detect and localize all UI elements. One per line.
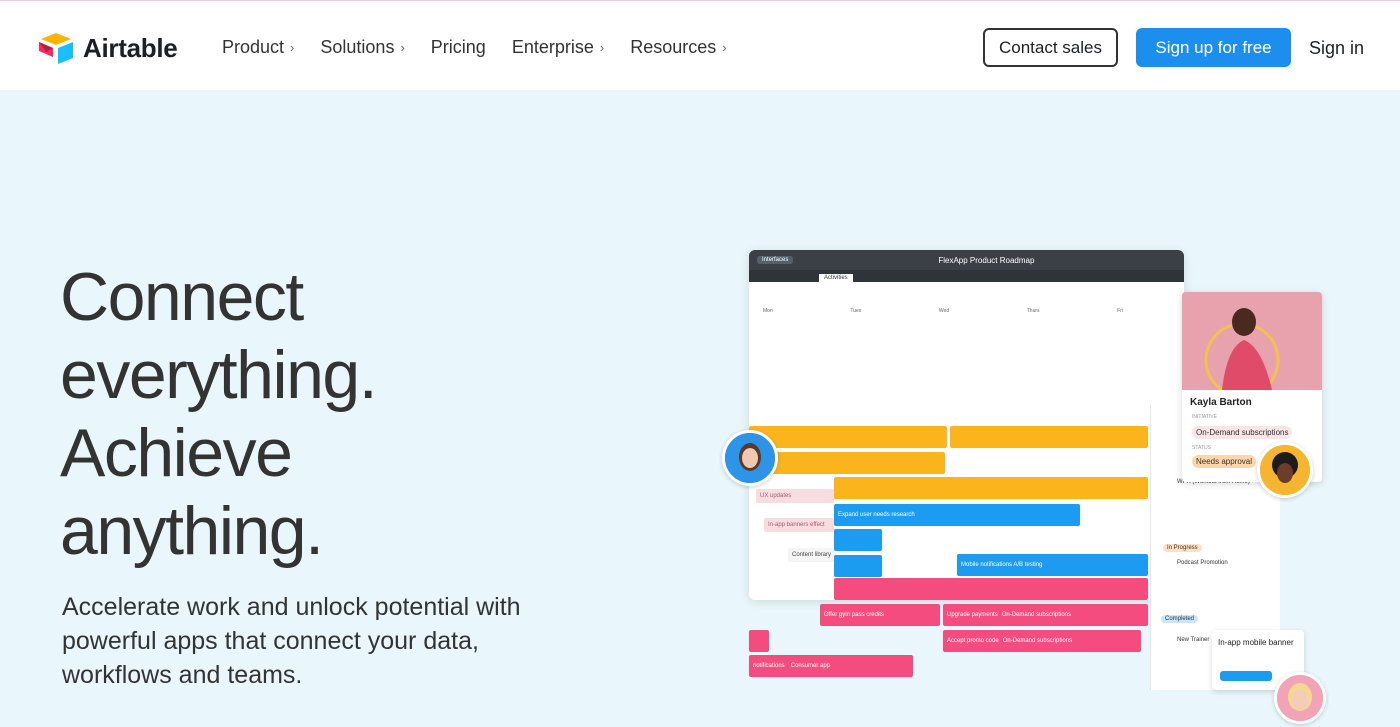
gantt-bar: UX updates (756, 489, 834, 503)
gantt-bar-label: Consumer app (790, 663, 831, 669)
person-avatar-icon (725, 433, 775, 483)
profile-photo (1182, 292, 1322, 398)
day-label: Wed (938, 308, 950, 314)
subhead-line: powerful apps that connect your data, (62, 627, 479, 655)
gantt-bar: Offer gym pass credits (820, 604, 940, 626)
status-chip: Needs approval (1192, 455, 1257, 468)
person-illustration-icon (1182, 292, 1322, 398)
headline-line: everything. (60, 337, 378, 413)
gantt-bar (749, 452, 945, 474)
hero-headline: Connect everything. Achieve anything. (60, 258, 378, 570)
gantt-bar-label: Accept promo code (947, 638, 999, 644)
profile-name: Kayla Barton (1190, 397, 1252, 408)
nav-solutions-label: Solutions (320, 37, 395, 57)
mock-list-item: Podcast Promotion (1177, 560, 1228, 566)
nav-links: Product › Solutions › Pricing Enterprise… (222, 37, 753, 58)
gantt-bar-label: Mobile notifications A/B testing (961, 562, 1043, 568)
gantt-bar (749, 426, 947, 448)
top-navigation: Airtable Product › Solutions › Pricing E… (0, 0, 1400, 90)
status-label: STATUS (1192, 445, 1211, 451)
gantt-bar: notifications Consumer app (749, 655, 913, 677)
headline-line: Connect (60, 259, 304, 335)
nav-resources-label: Resources (630, 37, 717, 57)
initiative-chip: On-Demand subscriptions (1192, 426, 1293, 439)
brand-name: Airtable (83, 32, 178, 63)
hero-subheadline: Accelerate work and unlock potential wit… (62, 590, 622, 692)
initiative-label: INITIATIVE (1192, 414, 1217, 420)
contact-sales-button[interactable]: Contact sales (983, 28, 1118, 67)
day-label: Fri (1117, 308, 1123, 314)
day-label: Tues (850, 308, 862, 314)
mock-titlebar: Interfaces FlexApp Product Roadmap (749, 250, 1184, 270)
chevron-right-icon: › (722, 40, 727, 55)
chevron-right-icon: › (599, 40, 605, 55)
sign-up-button[interactable]: Sign up for free (1136, 28, 1291, 67)
nav-enterprise[interactable]: Enterprise › (512, 37, 604, 58)
nav-resources[interactable]: Resources › (630, 37, 726, 58)
avatar (1257, 442, 1313, 498)
airtable-logo-icon (39, 33, 73, 64)
status-chip: Completed (1161, 615, 1199, 623)
mock-tab-activities: Activities (819, 274, 853, 282)
avatar (722, 430, 778, 486)
headline-line: anything. (60, 493, 324, 569)
status-chip: In Progress (1163, 544, 1202, 552)
gantt-bar (749, 630, 769, 652)
headline-line: Achieve (60, 415, 293, 491)
avatar (1274, 672, 1326, 724)
gantt-bar-label: Content library (792, 552, 832, 558)
sign-in-link[interactable]: Sign in (1309, 38, 1364, 59)
gantt-bar (834, 529, 882, 551)
nav-enterprise-label: Enterprise (511, 37, 594, 57)
mock-day-headers: Mon Tues Wed Thurs Fri (763, 308, 1123, 314)
subhead-line: Accelerate work and unlock potential wit… (62, 593, 521, 621)
gantt-bar: Content library (788, 548, 834, 562)
gantt-bar-label: In-app banners effect (768, 522, 825, 528)
gantt-bar (834, 477, 1148, 499)
nav-product-label: Product (222, 37, 285, 57)
mock-title: FlexApp Product Roadmap (938, 255, 1035, 265)
person-avatar-icon (1260, 445, 1310, 495)
gantt-bar-label: On-Demand subscriptions (1001, 612, 1072, 618)
nav-pricing[interactable]: Pricing (431, 37, 486, 58)
nav-pricing-label: Pricing (430, 37, 486, 57)
gantt-bar-label: notifications (753, 663, 785, 669)
gantt-bar-label: Offer gym pass credits (824, 612, 884, 618)
gantt-bar-label: On-Demand subscriptions (1002, 638, 1073, 644)
gantt-bar: Upgrade payments On-Demand subscriptions (943, 604, 1148, 626)
nav-product[interactable]: Product › (222, 37, 294, 58)
airtable-logo[interactable]: Airtable (37, 31, 178, 65)
day-label: Thurs (1026, 308, 1040, 314)
mock-tabs: Activities (749, 270, 1184, 282)
gantt-bar-label: Upgrade payments (947, 612, 998, 618)
gantt-bar: In-app banners effect (764, 518, 834, 532)
gantt-bar (834, 578, 1148, 600)
chevron-right-icon: › (290, 40, 295, 55)
nav-solutions[interactable]: Solutions › (320, 37, 404, 58)
gantt-bar: Mobile notifications A/B testing (957, 554, 1148, 576)
day-label: Mon (763, 308, 773, 314)
chevron-right-icon: › (400, 40, 405, 55)
banner-button (1220, 671, 1272, 681)
gantt-bar (834, 555, 882, 577)
person-avatar-icon (1277, 675, 1323, 721)
gantt-bar (950, 426, 1148, 448)
gantt-bar: Expand user needs research (834, 504, 1080, 526)
mock-interfaces-pill: Interfaces (757, 256, 794, 264)
mock-list-item: New Trainer (1177, 637, 1210, 643)
subhead-line: workflows and teams. (62, 661, 303, 689)
banner-title: In-app mobile banner (1218, 638, 1294, 647)
gantt-bar-label: Expand user needs research (838, 512, 915, 518)
gantt-bar: Accept promo code On-Demand subscription… (943, 630, 1141, 652)
gantt-bar-label: UX updates (760, 493, 792, 499)
